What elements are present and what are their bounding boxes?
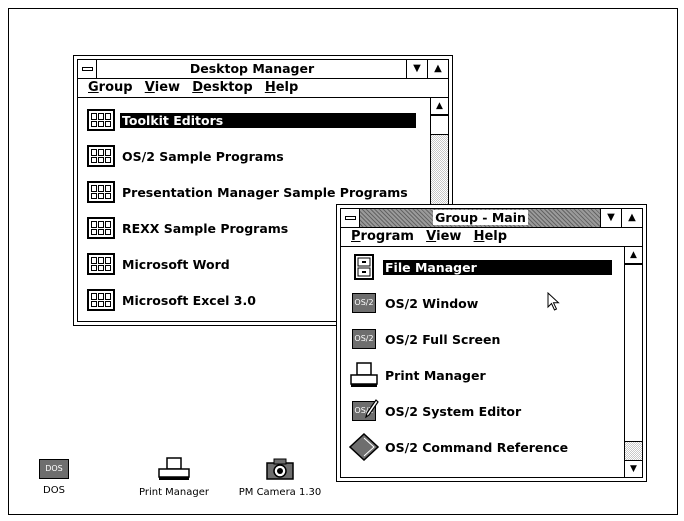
dos-icon: DOS (39, 459, 69, 479)
item-label: OS/2 System Editor (385, 403, 522, 419)
program-group-icon (87, 289, 115, 311)
program-list: File Manager OS/2 OS/2 Window OS/2 OS/2 … (341, 247, 624, 477)
menu-desktop[interactable]: Desktop (192, 80, 252, 95)
group-main-titlebar[interactable]: Group - Main ▼ ▲ (341, 209, 642, 228)
item-label: Toolkit Editors (120, 112, 416, 128)
book-icon (349, 433, 379, 461)
os2-window-icon: OS/2 (352, 293, 376, 313)
vertical-scrollbar[interactable]: ▲ ▼ (624, 247, 642, 477)
desktop-icon-print-manager[interactable]: Print Manager (129, 457, 219, 498)
item-label: REXX Sample Programs (122, 220, 289, 236)
desktop-manager-titlebar[interactable]: Desktop Manager ▼ ▲ (78, 60, 448, 79)
program-group-icon (87, 217, 115, 239)
maximize-button[interactable]: ▲ (621, 209, 642, 227)
scroll-thumb[interactable] (625, 264, 642, 442)
list-item-rexx-sample-programs[interactable]: REXX Sample Programs (86, 212, 290, 244)
system-menu-button[interactable] (341, 209, 360, 227)
scroll-thumb[interactable] (431, 115, 448, 135)
maximize-button[interactable]: ▲ (427, 60, 448, 78)
file-cabinet-icon (349, 254, 379, 280)
item-label: Microsoft Word (122, 256, 230, 272)
list-item-os2-command-reference[interactable]: OS/2 Command Reference (349, 431, 570, 463)
item-label: Print Manager (385, 367, 486, 383)
program-group-icon (87, 145, 115, 167)
list-item-os2-sample-programs[interactable]: OS/2 Sample Programs (86, 140, 286, 172)
list-item-file-manager[interactable]: File Manager (349, 251, 612, 283)
editor-icon: OS/2 (349, 399, 379, 423)
item-label: Presentation Manager Sample Programs (122, 184, 408, 200)
menu-group[interactable]: Group (88, 80, 133, 95)
list-item-toolkit-editors[interactable]: Toolkit Editors (86, 104, 448, 136)
item-label: OS/2 Sample Programs (122, 148, 284, 164)
os2-fullscreen-icon: OS/2 (352, 329, 376, 349)
desktop-icon-label: Print Manager (138, 487, 209, 498)
window-title: Desktop Manager (189, 61, 315, 76)
menu-view[interactable]: View (426, 229, 461, 244)
printer-icon (349, 362, 379, 387)
desktop-icon-label: PM Camera 1.30 (238, 487, 322, 498)
list-item-microsoft-word[interactable]: Microsoft Word (86, 248, 232, 280)
window-title: Group - Main (433, 210, 528, 225)
item-label: OS/2 Full Screen (385, 331, 501, 347)
menu-bar: Program View Help (341, 228, 642, 247)
menu-help[interactable]: Help (265, 80, 298, 95)
list-item-print-manager[interactable]: Print Manager (349, 359, 488, 391)
list-item-microsoft-excel[interactable]: Microsoft Excel 3.0 (86, 284, 258, 316)
scroll-up-arrow[interactable]: ▲ (431, 98, 448, 115)
desktop: Desktop Manager ▼ ▲ Group View Desktop H… (8, 8, 678, 515)
desktop-icon-dos[interactable]: DOS DOS (29, 459, 79, 496)
desktop-icon-label: DOS (43, 485, 65, 496)
item-label: File Manager (383, 259, 612, 275)
program-group-icon (87, 109, 115, 131)
scroll-up-arrow[interactable]: ▲ (625, 247, 642, 264)
minimize-button[interactable]: ▼ (406, 60, 427, 78)
menu-program[interactable]: Program (351, 229, 414, 244)
group-main-window[interactable]: Group - Main ▼ ▲ Program View Help File … (340, 208, 643, 478)
printer-icon (157, 457, 191, 481)
item-label: OS/2 Command Reference (385, 439, 569, 455)
desktop-icon-pm-camera[interactable]: PM Camera 1.30 (235, 457, 325, 498)
menu-help[interactable]: Help (474, 229, 507, 244)
list-item-pm-sample-programs[interactable]: Presentation Manager Sample Programs (86, 176, 410, 208)
program-group-icon (87, 253, 115, 275)
scroll-down-arrow[interactable]: ▼ (625, 460, 642, 477)
system-menu-button[interactable] (78, 60, 97, 78)
menu-bar: Group View Desktop Help (78, 79, 448, 98)
list-item-os2-system-editor[interactable]: OS/2 OS/2 System Editor (349, 395, 523, 427)
camera-icon (263, 457, 297, 481)
list-item-os2-window[interactable]: OS/2 OS/2 Window (349, 287, 480, 319)
menu-view[interactable]: View (145, 80, 180, 95)
mouse-pointer-icon (547, 292, 560, 311)
list-item-os2-full-screen[interactable]: OS/2 OS/2 Full Screen (349, 323, 502, 355)
program-group-icon (87, 181, 115, 203)
item-label: Microsoft Excel 3.0 (122, 292, 256, 308)
minimize-button[interactable]: ▼ (600, 209, 621, 227)
item-label: OS/2 Window (385, 295, 479, 311)
